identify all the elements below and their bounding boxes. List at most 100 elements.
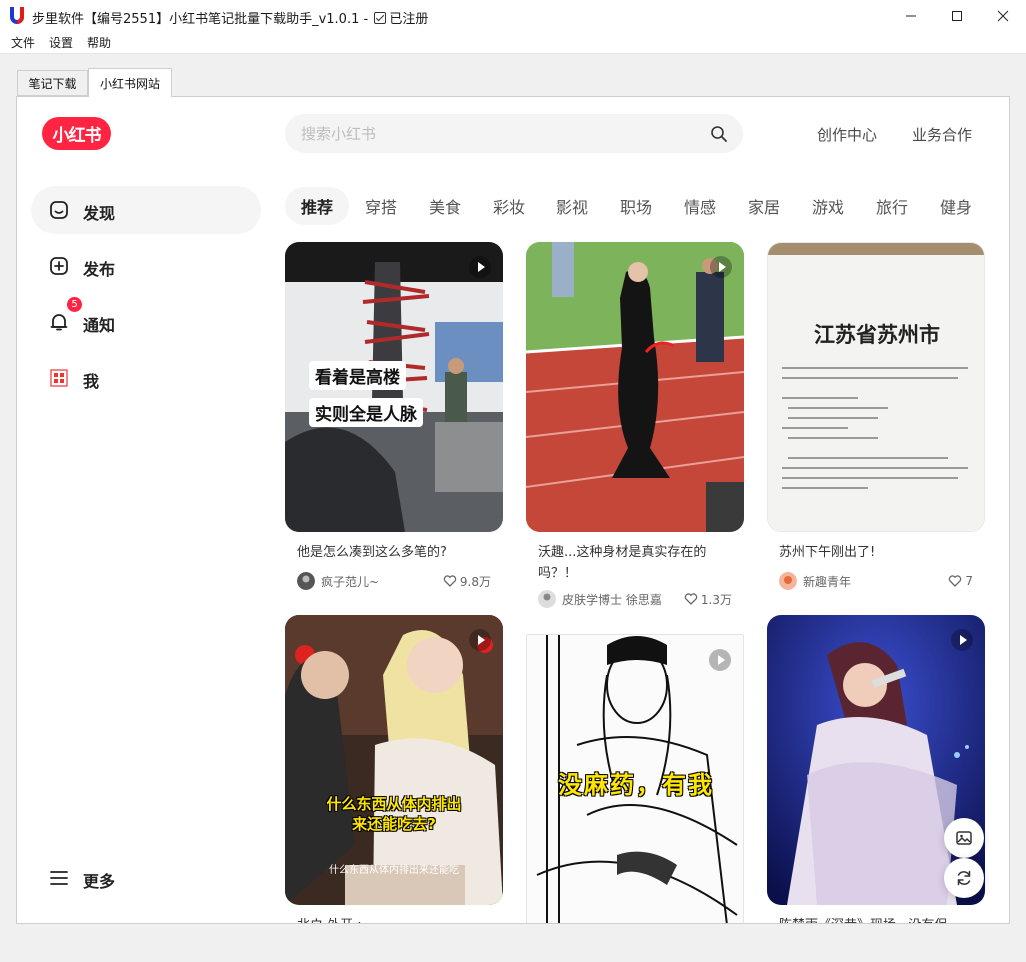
note-author[interactable]: 皮肤学博士 徐思嘉 (538, 589, 662, 609)
like-count: 9.8万 (459, 574, 491, 589)
channel-tab[interactable]: 推荐 (285, 187, 349, 225)
menu-bar: 文件 设置 帮助 (0, 32, 1026, 54)
business-link[interactable]: 业务合作 (912, 124, 972, 145)
sidebar-item-notifications[interactable]: 通知 (31, 298, 261, 346)
author-name: 新趣青年 (803, 574, 852, 589)
notification-badge: 5 (67, 297, 82, 312)
sidebar-item-discover[interactable]: 发现 (31, 186, 261, 234)
window-title: 步里软件【编号2551】小红书笔记批量下载助手_v1.0.1 - 已注册 (32, 8, 428, 27)
video-play-icon (709, 649, 731, 671)
note-cover-image[interactable] (526, 242, 744, 532)
cover-photo (526, 242, 744, 532)
note-likes[interactable]: 7 (948, 571, 973, 591)
sidebar-item-publish[interactable]: 发布 (31, 242, 261, 290)
channel-tab[interactable]: 穿搭 (353, 187, 409, 225)
note-title[interactable]: 沃趣...这种身材是真实存在的吗？！ (538, 542, 736, 584)
video-play-icon (469, 629, 491, 651)
cover-overlay-text: 实则全是人脉 (309, 398, 423, 427)
minimize-icon (906, 15, 916, 17)
browser-panel: 小红书 创作中心 业务合作 发现 发布 通知 5 (16, 96, 1010, 924)
channel-tab[interactable]: 健身 (928, 187, 984, 225)
channel-tab[interactable]: 影视 (544, 187, 600, 225)
note-title[interactable]: 北ウ 外开 : (297, 915, 495, 923)
like-count: 1.3万 (700, 592, 732, 607)
channel-tab[interactable]: 彩妆 (481, 187, 537, 225)
image-view-button[interactable] (944, 818, 984, 858)
cover-overlay-heading: 江苏省苏州市 (814, 323, 940, 347)
maximize-icon (952, 11, 962, 21)
sidebar-item-label: 更多 (83, 872, 116, 891)
menu-help[interactable]: 帮助 (87, 34, 111, 51)
minimize-button[interactable] (888, 0, 934, 32)
menu-settings[interactable]: 设置 (49, 34, 73, 51)
profile-avatar-icon (50, 369, 68, 387)
heart-icon (949, 575, 962, 587)
sidebar-item-me[interactable]: 我 (31, 354, 261, 402)
heart-icon (684, 593, 698, 605)
app-logo-icon (10, 7, 24, 24)
window-title-main: 步里软件【编号2551】小红书笔记批量下载助手_v1.0.1 - (32, 12, 369, 27)
maximize-button[interactable] (934, 0, 980, 32)
note-author[interactable]: 新趣青年 (779, 571, 851, 591)
note-card[interactable]: 什么东西从体内排出 来还能吃去? 什么东西从体内排出来还能吃 北ウ 外开 : (285, 615, 503, 923)
refresh-icon (957, 870, 971, 886)
cover-photo (768, 243, 984, 531)
author-name: 皮肤学博士 徐思嘉 (562, 592, 662, 607)
author-avatar (297, 572, 315, 590)
close-icon (997, 10, 1009, 22)
tab-note-download[interactable]: 笔记下载 (17, 70, 88, 96)
video-play-icon (710, 256, 732, 278)
cover-subtitle-line: 来还能吃去? (352, 815, 436, 833)
menu-icon (50, 871, 68, 885)
xiaohongshu-logo[interactable]: 小红书 (42, 117, 111, 150)
channel-tab[interactable]: 家居 (736, 187, 792, 225)
menu-file[interactable]: 文件 (11, 34, 35, 51)
note-likes[interactable]: 1.3万 (684, 589, 732, 609)
author-avatar (779, 572, 797, 590)
author-name: 疯子范儿~ (321, 574, 380, 589)
channel-tab[interactable]: 旅行 (864, 187, 920, 225)
note-cover-image[interactable]: 没麻药，有我 (526, 634, 744, 923)
image-icon (956, 831, 972, 845)
note-title[interactable]: 苏州下午刚出了! (779, 542, 977, 563)
note-title[interactable]: 陈楚雨《深巷》现场...没有保 (779, 915, 977, 923)
note-likes[interactable]: 9.8万 (443, 571, 491, 591)
close-button[interactable] (980, 0, 1026, 32)
video-play-icon (951, 629, 973, 651)
sidebar-item-label: 发现 (83, 204, 116, 223)
channel-tab[interactable]: 美食 (417, 187, 473, 225)
note-cover-image[interactable]: 什么东西从体内排出 来还能吃去? 什么东西从体内排出来还能吃 (285, 615, 503, 905)
heart-icon (443, 575, 457, 587)
sidebar-item-label: 发布 (83, 260, 116, 279)
note-author[interactable]: 疯子范儿~ (297, 571, 379, 591)
sidebar-item-label: 通知 (83, 316, 116, 335)
like-count: 7 (965, 574, 973, 588)
channel-tab[interactable]: 职场 (608, 187, 664, 225)
search-box[interactable] (285, 114, 743, 153)
note-title[interactable]: 他是怎么凑到这么多笔的? (297, 542, 495, 563)
publish-icon (50, 257, 68, 275)
channel-tab[interactable]: 游戏 (800, 187, 856, 225)
author-avatar (538, 590, 556, 608)
cover-caption: 什么东西从体内排出来还能吃 (329, 865, 459, 876)
note-card[interactable]: 江苏省苏州市 苏州下午刚出了! 新趣青年 7 (767, 242, 985, 592)
creator-center-link[interactable]: 创作中心 (817, 124, 877, 145)
note-card[interactable]: 看着是高楼 实则全是人脉 他是怎么凑到这么多笔的? 疯子范儿~ 9.8万 (285, 242, 503, 592)
cover-subtitle-line: 没麻药，有我 (558, 771, 714, 799)
note-card[interactable]: 没麻药，有我 (526, 634, 744, 923)
channel-tab[interactable]: 情感 (672, 187, 728, 225)
sidebar-item-more[interactable]: 更多 (31, 854, 261, 902)
note-cover-image[interactable]: 江苏省苏州市 (767, 242, 985, 532)
search-icon[interactable] (710, 125, 728, 143)
refresh-button[interactable] (944, 858, 984, 898)
tab-xiaohongshu-site[interactable]: 小红书网站 (88, 68, 172, 97)
window-title-status: 已注册 (389, 12, 429, 27)
note-cover-image[interactable]: 看着是高楼 实则全是人脉 (285, 242, 503, 532)
cover-overlay-text: 看着是高楼 (309, 361, 406, 390)
cover-subtitle-line: 什么东西从体内排出 (326, 795, 462, 813)
search-input[interactable] (301, 114, 701, 153)
sidebar-item-label: 我 (83, 372, 100, 391)
checkbox-icon (374, 12, 387, 24)
note-card[interactable]: 沃趣...这种身材是真实存在的吗？！ 皮肤学博士 徐思嘉 1.3万 (526, 242, 744, 612)
discover-icon (50, 201, 68, 219)
